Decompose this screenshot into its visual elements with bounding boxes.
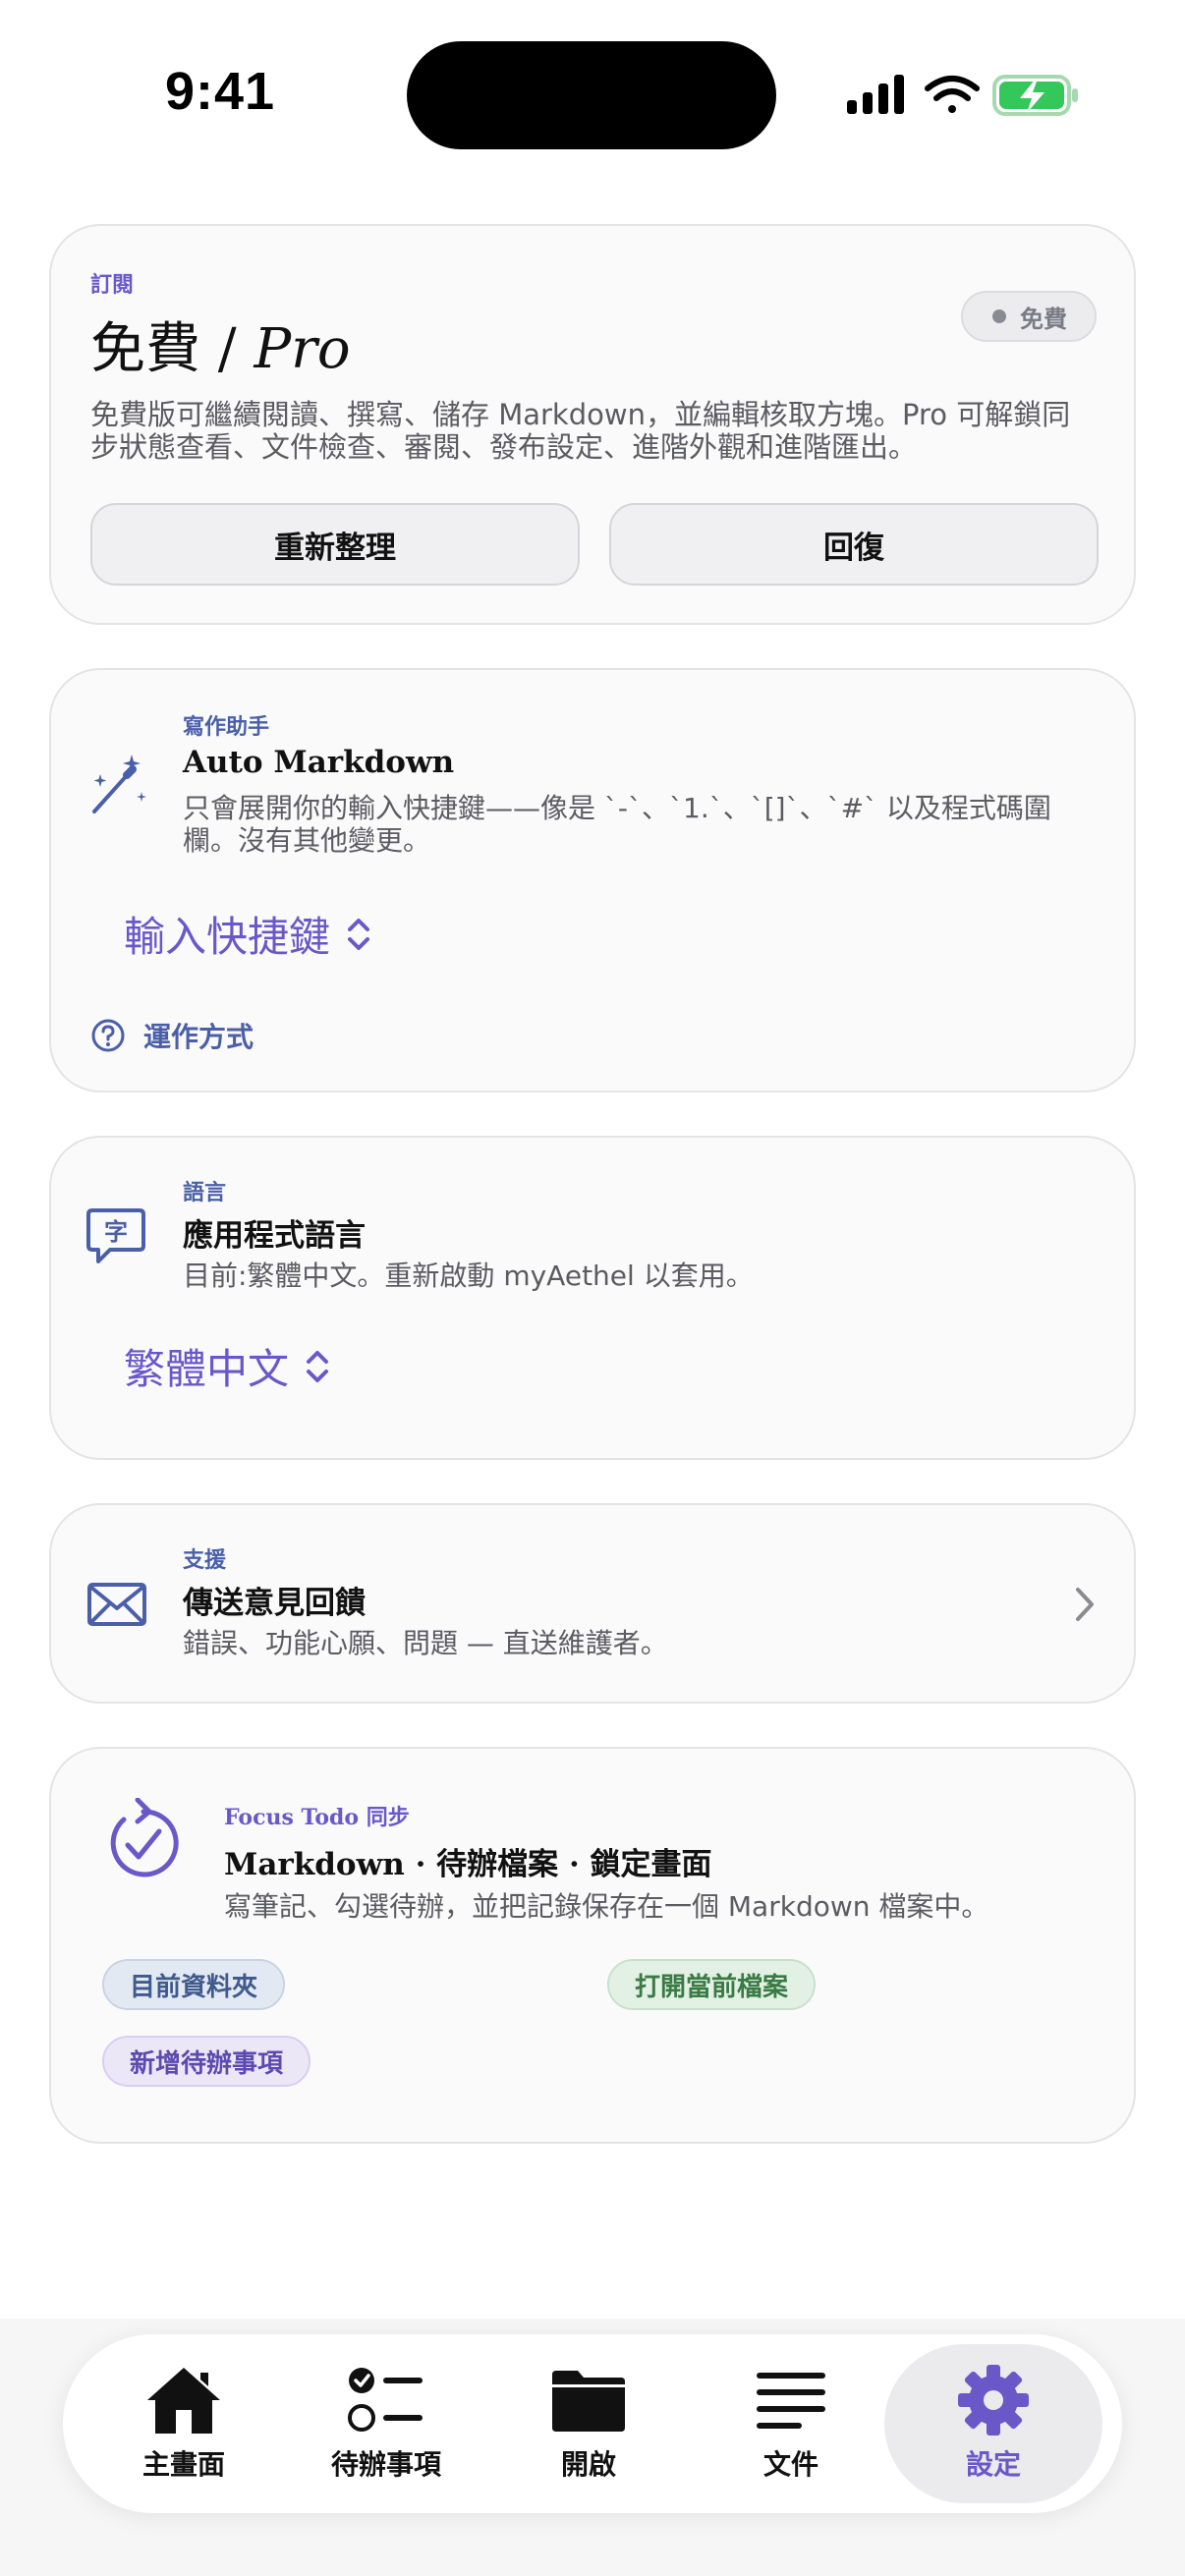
app-language-title: 應用程式語言 bbox=[183, 1218, 366, 1254]
tab-open[interactable]: 開啟 bbox=[487, 2334, 690, 2513]
tab-todos[interactable]: 待辦事項 bbox=[285, 2334, 487, 2513]
focus-todo-eyebrow: Focus Todo 同步 bbox=[224, 1805, 410, 1830]
focus-todo-card: Focus Todo 同步 Markdown · 待辦檔案 · 鎖定畫面 寫筆記… bbox=[49, 1747, 1136, 2144]
plan-title-pro: Pro bbox=[254, 317, 351, 381]
house-icon bbox=[147, 2368, 220, 2434]
tab-documents-label: 文件 bbox=[762, 2448, 818, 2481]
input-shortcut-picker[interactable]: 輸入快捷鍵 bbox=[124, 904, 371, 964]
chevron-right-icon bbox=[1076, 1588, 1094, 1621]
checklist-icon bbox=[348, 2368, 423, 2432]
send-feedback-description: 錯誤、功能心願、問題 — 直送維護者。 bbox=[183, 1627, 668, 1659]
subscription-card: 訂閱 免費 / Pro 免費 免費版可繼續閱讀、撰寫、儲存 Markdown，並… bbox=[49, 224, 1136, 625]
how-it-works-link[interactable]: 運作方式 bbox=[90, 1016, 254, 1055]
status-icons bbox=[847, 75, 1078, 116]
tab-documents[interactable]: 文件 bbox=[690, 2334, 892, 2513]
envelope-icon bbox=[87, 1583, 146, 1626]
plan-title-separator: / bbox=[200, 317, 254, 381]
character-bubble-icon: 字 bbox=[86, 1208, 145, 1263]
focus-todo-description: 寫筆記、勾選待辦，並把記錄保存在一個 Markdown 檔案中。 bbox=[224, 1890, 989, 1923]
sync-check-icon bbox=[110, 1798, 179, 1877]
svg-text:字: 字 bbox=[104, 1218, 128, 1246]
language-eyebrow: 語言 bbox=[183, 1181, 227, 1205]
folder-icon bbox=[552, 2371, 625, 2432]
refresh-button[interactable]: 重新整理 bbox=[90, 503, 580, 586]
open-current-file-chip[interactable]: 打開當前檔案 bbox=[607, 1959, 817, 2010]
chevron-up-down-icon bbox=[348, 918, 370, 950]
chevron-up-down-icon bbox=[307, 1350, 329, 1382]
tab-home-label: 主畫面 bbox=[141, 2448, 225, 2481]
tab-open-label: 開啟 bbox=[560, 2448, 616, 2481]
restore-button[interactable]: 回復 bbox=[609, 503, 1099, 586]
magic-wand-icon bbox=[92, 755, 146, 813]
question-circle-icon bbox=[91, 1019, 125, 1052]
send-feedback-title: 傳送意見回饋 bbox=[183, 1586, 366, 1621]
wifi-icon bbox=[925, 76, 980, 113]
language-picker[interactable]: 繁體中文 bbox=[124, 1336, 330, 1396]
focus-todo-title: Markdown · 待辦檔案 · 鎖定畫面 bbox=[224, 1847, 712, 1882]
add-todo-chip[interactable]: 新增待辦事項 bbox=[102, 2036, 311, 2087]
language-picker-value: 繁體中文 bbox=[124, 1345, 290, 1393]
tab-bar: 主畫面 待辦事項 開啟 文件 設定 bbox=[63, 2334, 1122, 2513]
auto-markdown-description: 只會展開你的輸入快捷鍵——像是 `-`、`1.`、`[]`、`#` 以及程式碼圍… bbox=[183, 792, 1051, 857]
input-shortcut-picker-value: 輸入快捷鍵 bbox=[124, 913, 331, 961]
app-language-description: 目前:繁體中文。重新啟動 myAethel 以套用。 bbox=[183, 1260, 754, 1292]
plan-title: 免費 / Pro bbox=[90, 305, 351, 384]
language-card: 字 語言 應用程式語言 目前:繁體中文。重新啟動 myAethel 以套用。 繁… bbox=[49, 1136, 1136, 1460]
document-lines-icon bbox=[757, 2373, 825, 2429]
plan-title-free: 免費 bbox=[90, 317, 200, 381]
current-folder-chip[interactable]: 目前資料夾 bbox=[102, 1959, 286, 2010]
tab-settings-label: 設定 bbox=[965, 2448, 1021, 2481]
dynamic-island bbox=[407, 41, 776, 149]
plan-description: 免費版可繼續閱讀、撰寫、儲存 Markdown，並編輯核取方塊。Pro 可解鎖同… bbox=[90, 398, 1071, 464]
status-time: 9:41 bbox=[165, 62, 276, 121]
send-feedback-row[interactable]: 支援 傳送意見回饋 錯誤、功能心願、問題 — 直送維護者。 bbox=[49, 1503, 1136, 1704]
how-it-works-label: 運作方式 bbox=[143, 1021, 254, 1053]
tab-home[interactable]: 主畫面 bbox=[83, 2334, 285, 2513]
tab-settings[interactable]: 設定 bbox=[884, 2344, 1102, 2503]
support-eyebrow: 支援 bbox=[183, 1548, 227, 1573]
cellular-signal-icon bbox=[847, 75, 904, 114]
gear-icon bbox=[958, 2365, 1029, 2436]
battery-charging-icon bbox=[992, 75, 1078, 116]
plan-status-badge: 免費 bbox=[961, 291, 1097, 342]
writing-assistant-eyebrow: 寫作助手 bbox=[183, 715, 270, 740]
status-bar: 9:41 bbox=[0, 0, 1185, 196]
status-dot-icon bbox=[992, 309, 1006, 323]
auto-markdown-title: Auto Markdown bbox=[183, 745, 455, 780]
plan-status-label: 免費 bbox=[1020, 305, 1067, 333]
writing-assistant-card: 寫作助手 Auto Markdown 只會展開你的輸入快捷鍵——像是 `-`、`… bbox=[49, 668, 1136, 1092]
subscription-eyebrow: 訂閱 bbox=[90, 273, 135, 298]
tab-todos-label: 待辦事項 bbox=[330, 2448, 441, 2481]
